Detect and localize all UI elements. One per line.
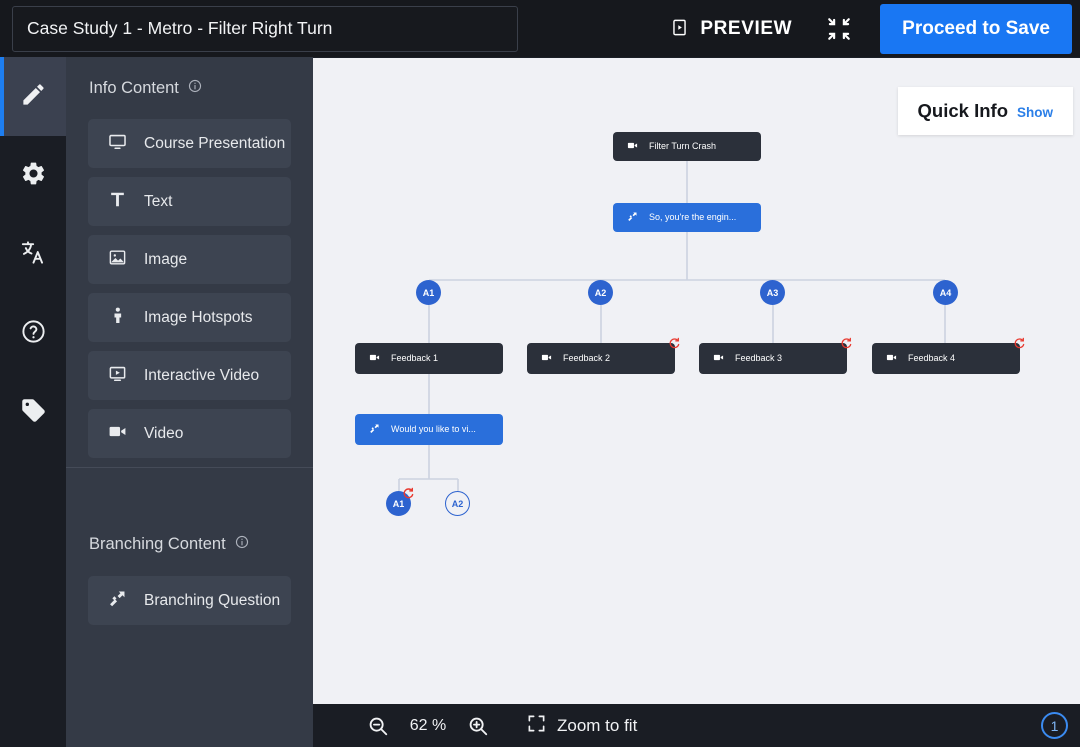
- rail-item-help[interactable]: [0, 294, 66, 373]
- answer-bubble-a4[interactable]: A4: [933, 280, 958, 305]
- zoom-to-fit-label: Zoom to fit: [557, 716, 637, 736]
- content-tile-label: Text: [144, 194, 172, 210]
- zoom-level-label: 62 %: [405, 717, 451, 735]
- content-tile-label: Branching Question: [144, 593, 280, 609]
- help-icon: [20, 318, 47, 350]
- flow-canvas[interactable]: Quick Info Show Filter Turn Crash So, yo…: [313, 58, 1080, 704]
- proceed-to-save-button[interactable]: Proceed to Save: [880, 4, 1072, 54]
- video-camera-icon: [627, 140, 638, 153]
- info-icon[interactable]: [188, 79, 202, 98]
- gear-icon: [20, 160, 47, 192]
- icon-rail: [0, 57, 66, 704]
- answer-bubble-a3[interactable]: A3: [760, 280, 785, 305]
- interactive-video-icon: [108, 364, 127, 388]
- content-tile-text[interactable]: Text: [88, 177, 291, 226]
- zoom-to-fit-button[interactable]: Zoom to fit: [527, 714, 637, 738]
- content-tile-label: Video: [144, 426, 183, 442]
- quick-info-title: Quick Info: [918, 100, 1008, 122]
- video-camera-icon: [108, 422, 127, 446]
- content-tile-branching-question[interactable]: Branching Question: [88, 576, 291, 625]
- top-header: PREVIEW Proceed to Save: [0, 0, 1080, 57]
- translate-icon: [20, 239, 47, 271]
- flow-node-label: Filter Turn Crash: [649, 142, 716, 151]
- page-indicator-badge[interactable]: 1: [1041, 712, 1068, 739]
- branching-content-label: Branching Content: [89, 535, 226, 554]
- canvas-bottom-bar: 62 % Zoom to fit 1: [313, 704, 1080, 747]
- branching-icon: [369, 423, 380, 436]
- rail-item-translations[interactable]: [0, 215, 66, 294]
- answer-bubble-a2[interactable]: A2: [588, 280, 613, 305]
- content-tile-label: Course Presentation: [144, 136, 285, 152]
- flow-node-branching-question-2[interactable]: Would you like to vi...: [355, 414, 503, 445]
- flow-node-label: Feedback 1: [391, 354, 438, 363]
- branching-icon: [108, 589, 127, 613]
- quick-info-panel: Quick Info Show: [898, 87, 1073, 135]
- content-tile-course-presentation[interactable]: Course Presentation: [88, 119, 291, 168]
- flow-node-feedback-4[interactable]: Feedback 4: [872, 343, 1020, 374]
- answer-bubble-b1[interactable]: A1: [386, 491, 411, 516]
- tag-icon: [20, 397, 47, 429]
- flow-node-label: Would you like to vi...: [391, 425, 476, 434]
- hotspot-icon: [108, 306, 127, 330]
- info-content-heading: Info Content: [88, 57, 291, 119]
- content-tile-interactive-video[interactable]: Interactive Video: [88, 351, 291, 400]
- branching-icon: [627, 211, 638, 224]
- flow-node-feedback-1[interactable]: Feedback 1: [355, 343, 503, 374]
- quick-info-show-link[interactable]: Show: [1017, 105, 1053, 120]
- content-tile-video[interactable]: Video: [88, 409, 291, 458]
- video-camera-icon: [886, 352, 897, 365]
- text-icon: [108, 190, 127, 214]
- flow-node-branching-question-1[interactable]: So, you're the engin...: [613, 203, 761, 232]
- answer-bubble-b2[interactable]: A2: [445, 491, 470, 516]
- info-content-label: Info Content: [89, 79, 179, 98]
- video-camera-icon: [369, 352, 380, 365]
- image-icon: [108, 248, 127, 272]
- flow-node-label: Feedback 2: [563, 354, 610, 363]
- flow-node-root[interactable]: Filter Turn Crash: [613, 132, 761, 161]
- flow-node-label: Feedback 4: [908, 354, 955, 363]
- content-tile-image[interactable]: Image: [88, 235, 291, 284]
- rail-item-metadata[interactable]: [0, 373, 66, 452]
- answer-bubble-a1[interactable]: A1: [416, 280, 441, 305]
- rail-item-settings[interactable]: [0, 136, 66, 215]
- zoom-in-button[interactable]: [467, 715, 489, 737]
- branching-content-heading: Branching Content: [88, 468, 291, 576]
- flow-node-label: So, you're the engin...: [649, 213, 736, 222]
- exit-fullscreen-button[interactable]: [826, 16, 852, 42]
- content-tile-image-hotspots[interactable]: Image Hotspots: [88, 293, 291, 342]
- info-content-section: Info Content Course Presentation: [66, 57, 313, 458]
- monitor-icon: [108, 132, 127, 156]
- zoom-out-button[interactable]: [367, 715, 389, 737]
- info-icon[interactable]: [235, 535, 249, 554]
- app-root: PREVIEW Proceed to Save: [0, 0, 1080, 747]
- panel-footer: [0, 704, 313, 747]
- fit-frame-icon: [527, 714, 546, 738]
- video-camera-icon: [541, 352, 552, 365]
- preview-button[interactable]: PREVIEW: [670, 18, 792, 40]
- rail-item-edit[interactable]: [0, 57, 66, 136]
- branching-content-section: Branching Content B: [66, 468, 313, 625]
- content-type-panel: Info Content Course Presentation: [66, 57, 313, 704]
- content-tile-label: Interactive Video: [144, 368, 259, 384]
- flow-node-label: Feedback 3: [735, 354, 782, 363]
- rail-footer: [0, 704, 66, 747]
- content-tile-label: Image: [144, 252, 187, 268]
- flow-node-feedback-2[interactable]: Feedback 2: [527, 343, 675, 374]
- pencil-icon: [20, 81, 47, 113]
- content-tile-label: Image Hotspots: [144, 310, 253, 326]
- preview-label: PREVIEW: [700, 18, 792, 40]
- course-title-input[interactable]: [12, 6, 518, 52]
- video-camera-icon: [713, 352, 724, 365]
- flow-node-feedback-3[interactable]: Feedback 3: [699, 343, 847, 374]
- preview-icon: [670, 18, 689, 40]
